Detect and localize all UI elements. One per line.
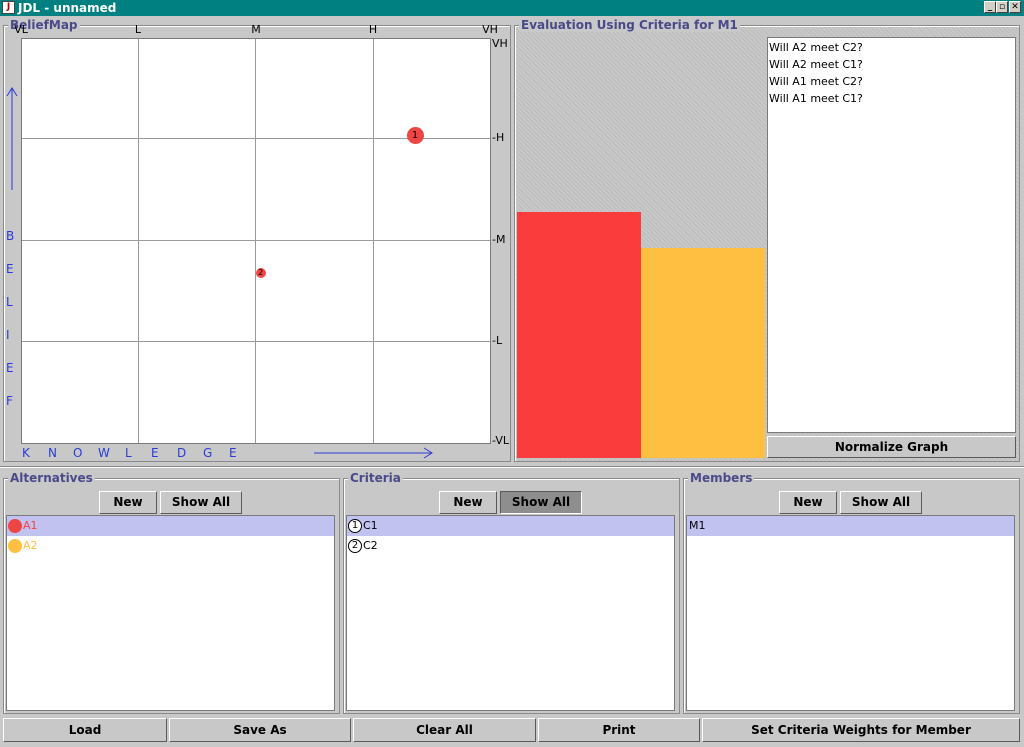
title-bar: J JDL - unnamed _ ▫ ✕ — [0, 0, 1024, 16]
belief-point-2[interactable]: 2 — [255, 268, 266, 279]
grid-line-vertical — [138, 39, 139, 443]
new-criterion-button[interactable]: New — [439, 491, 497, 514]
duke-icon: J — [2, 1, 15, 14]
belief-letter: B — [6, 229, 15, 243]
alternative-color-dot — [8, 539, 22, 553]
knowledge-tick-vl: VL — [14, 23, 28, 36]
section-divider — [0, 466, 1024, 468]
knowledge-letter: L — [125, 446, 132, 460]
knowledge-letter: O — [73, 446, 83, 460]
alternatives-list[interactable]: A1 A2 — [6, 515, 335, 711]
belief-tick-vl: -VL — [492, 434, 509, 447]
knowledge-arrow-icon — [314, 447, 433, 459]
knowledge-tick-h: H — [368, 23, 378, 36]
grid-line-vertical — [255, 39, 256, 443]
knowledge-letter: G — [203, 446, 213, 460]
criterion-label: C2 — [363, 539, 378, 552]
criteria-list[interactable]: 1 C1 2 C2 — [346, 515, 675, 711]
grid-line-vertical — [373, 39, 374, 443]
criterion-item-c1[interactable]: 1 C1 — [347, 516, 674, 536]
criterion-item-c2[interactable]: 2 C2 — [347, 536, 674, 556]
belief-letter: E — [6, 361, 14, 375]
window-title: JDL - unnamed — [18, 1, 117, 15]
alternatives-title: Alternatives — [8, 471, 95, 485]
criterion-label: C1 — [363, 519, 378, 532]
close-button[interactable]: ✕ — [1009, 1, 1021, 13]
load-button[interactable]: Load — [3, 718, 167, 742]
member-label: M1 — [689, 519, 706, 532]
knowledge-letter: E — [151, 446, 159, 460]
knowledge-letter: K — [22, 446, 30, 460]
knowledge-letter: E — [229, 446, 237, 460]
grid-line-horizontal — [22, 341, 490, 342]
belief-tick-l: -L — [492, 334, 503, 347]
criteria-title: Criteria — [348, 471, 403, 485]
belief-tick-vh: VH — [492, 37, 508, 50]
normalize-graph-button[interactable]: Normalize Graph — [767, 436, 1016, 458]
clear-all-button[interactable]: Clear All — [353, 718, 536, 742]
knowledge-tick-l: L — [134, 23, 142, 36]
criterion-number-badge: 1 — [348, 519, 362, 533]
evaluation-title: Evaluation Using Criteria for M1 — [519, 18, 740, 32]
question-item[interactable]: Will A2 meet C2? — [769, 39, 1015, 56]
belief-arrow-icon — [6, 87, 18, 190]
evaluation-bar-chart — [517, 37, 765, 458]
minimize-button[interactable]: _ — [984, 1, 996, 13]
show-all-members-button[interactable]: Show All — [840, 491, 922, 514]
grid-line-horizontal — [22, 240, 490, 241]
question-item[interactable]: Will A1 meet C2? — [769, 73, 1015, 90]
belief-tick-m: -M — [492, 233, 506, 246]
members-list[interactable]: M1 — [686, 515, 1015, 711]
knowledge-tick-vh: VH — [482, 23, 498, 36]
alternative-label: A1 — [23, 519, 38, 532]
question-item[interactable]: Will A2 meet C1? — [769, 56, 1015, 73]
show-all-alternatives-button[interactable]: Show All — [160, 491, 242, 514]
print-button[interactable]: Print — [538, 718, 700, 742]
knowledge-letter: N — [48, 446, 57, 460]
new-member-button[interactable]: New — [779, 491, 837, 514]
evaluation-bar-a2 — [641, 247, 765, 458]
save-as-button[interactable]: Save As — [169, 718, 351, 742]
belief-letter: F — [6, 394, 13, 408]
alternative-item-a1[interactable]: A1 — [7, 516, 334, 536]
criterion-number-badge: 2 — [348, 539, 362, 553]
knowledge-letter: W — [98, 446, 110, 460]
alternative-color-dot — [8, 519, 22, 533]
evaluation-bar-a1 — [517, 211, 641, 458]
belief-letter: I — [6, 328, 10, 342]
question-list[interactable]: Will A2 meet C2? Will A2 meet C1? Will A… — [767, 37, 1016, 433]
belief-point-1[interactable]: 1 — [406, 127, 424, 145]
beliefmap-plot[interactable]: 1 2 — [21, 38, 491, 444]
belief-tick-h: -H — [492, 131, 505, 144]
members-title: Members — [688, 471, 755, 485]
show-all-criteria-button[interactable]: Show All — [500, 491, 582, 514]
knowledge-tick-m: M — [251, 23, 261, 36]
set-criteria-weights-button[interactable]: Set Criteria Weights for Member — [702, 718, 1020, 742]
alternative-label: A2 — [23, 539, 38, 552]
question-item[interactable]: Will A1 meet C1? — [769, 90, 1015, 107]
restore-button[interactable]: ▫ — [996, 1, 1008, 13]
member-item-m1[interactable]: M1 — [687, 516, 1014, 536]
knowledge-letter: D — [177, 446, 187, 460]
belief-letter: L — [6, 295, 13, 309]
new-alternative-button[interactable]: New — [99, 491, 157, 514]
belief-letter: E — [6, 262, 14, 276]
alternative-item-a2[interactable]: A2 — [7, 536, 334, 556]
